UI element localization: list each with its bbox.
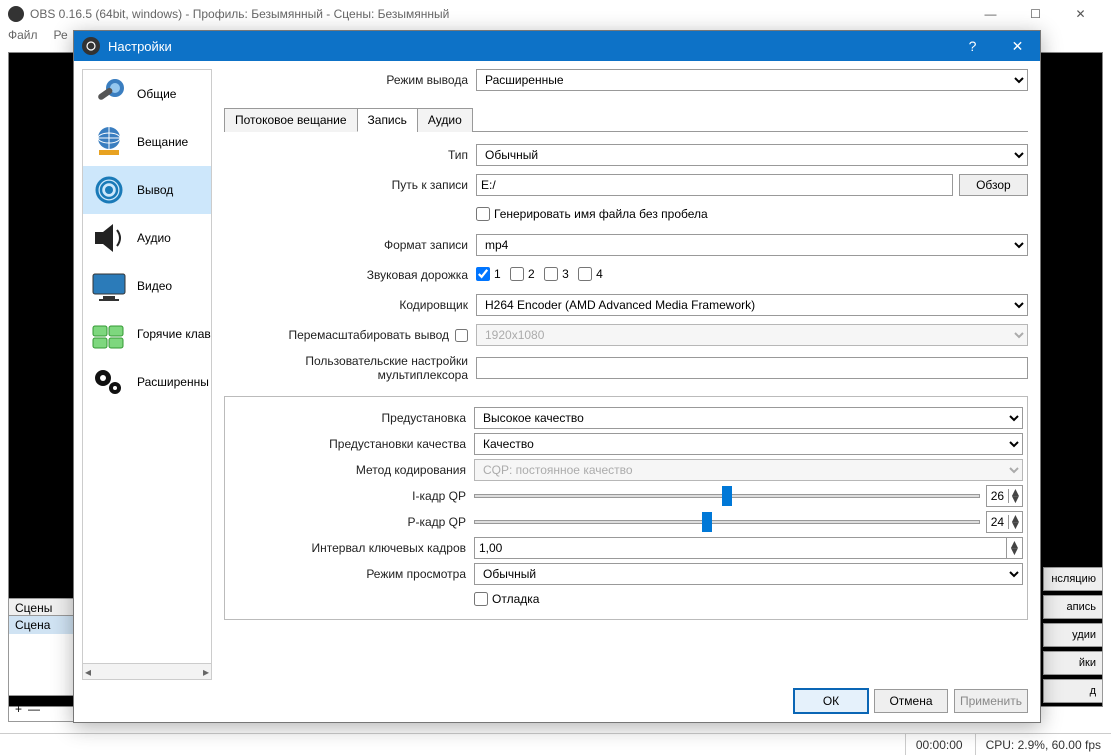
iqp-label: I-кадр QP: [229, 489, 474, 503]
right-btn-3[interactable]: удии: [1043, 623, 1103, 647]
dialog-title: Настройки: [108, 39, 950, 54]
keyint-label: Интервал ключевых кадров: [229, 541, 474, 555]
tab-audio[interactable]: Аудио: [417, 108, 473, 132]
browse-button[interactable]: Обзор: [959, 174, 1028, 196]
encoder-select[interactable]: H264 Encoder (AMD Advanced Media Framewo…: [476, 294, 1028, 316]
track2-checkbox[interactable]: 2: [510, 267, 535, 281]
track4-checkbox[interactable]: 4: [578, 267, 603, 281]
menu-edit[interactable]: Ре: [54, 28, 68, 48]
right-btn-2[interactable]: апись: [1043, 595, 1103, 619]
ok-button[interactable]: ОК: [794, 689, 868, 713]
output-mode-select[interactable]: Расширенные: [476, 69, 1028, 91]
sidebar-label: Горячие клав: [137, 327, 211, 341]
apply-button[interactable]: Применить: [954, 689, 1028, 713]
track1-checkbox[interactable]: 1: [476, 267, 501, 281]
sidebar-label: Общие: [137, 87, 176, 101]
sidebar-item-general[interactable]: Общие: [83, 70, 211, 118]
speaker-icon: [89, 220, 129, 256]
status-cpu: CPU: 2.9%, 60.00 fps: [975, 734, 1101, 755]
keyboard-icon: [89, 316, 129, 352]
dialog-help-button[interactable]: ?: [950, 31, 995, 61]
broadcast-icon: [89, 172, 129, 208]
tracks-label: Звуковая дорожка: [224, 268, 476, 282]
right-btn-4[interactable]: йки: [1043, 651, 1103, 675]
right-btn-5[interactable]: д: [1043, 679, 1103, 703]
dialog-close-button[interactable]: ✕: [995, 31, 1040, 61]
track3-checkbox[interactable]: 3: [544, 267, 569, 281]
preset-label: Предустановка: [229, 411, 474, 425]
globe-icon: [89, 124, 129, 160]
muxer-label: Пользовательские настройки мультиплексор…: [224, 354, 476, 382]
sidebar-label: Расширенны: [137, 375, 209, 389]
iqp-slider[interactable]: [474, 494, 980, 498]
coding-label: Метод кодирования: [229, 463, 474, 477]
menu-file[interactable]: Файл: [8, 28, 38, 48]
cancel-button[interactable]: Отмена: [874, 689, 948, 713]
remove-scene-button[interactable]: —: [28, 702, 40, 716]
pqp-label: P-кадр QP: [229, 515, 474, 529]
keyint-spinner[interactable]: ▲▼: [1007, 537, 1023, 559]
preset-select[interactable]: Высокое качество: [474, 407, 1023, 429]
format-select[interactable]: mp4: [476, 234, 1028, 256]
wrench-icon: [89, 76, 129, 112]
right-btn-1[interactable]: нсляцию: [1043, 567, 1103, 591]
statusbar: 00:00:00 CPU: 2.9%, 60.00 fps: [0, 733, 1111, 755]
tab-streaming[interactable]: Потоковое вещание: [224, 108, 358, 132]
sidebar-item-advanced[interactable]: Расширенны: [83, 358, 211, 406]
sidebar-item-streaming[interactable]: Вещание: [83, 118, 211, 166]
gears-icon: [89, 364, 129, 400]
no-space-checkbox[interactable]: Генерировать имя файла без пробела: [476, 207, 708, 221]
type-select[interactable]: Обычный: [476, 144, 1028, 166]
maximize-button[interactable]: ☐: [1013, 0, 1058, 28]
viewmode-select[interactable]: Обычный: [474, 563, 1023, 585]
settings-dialog: Настройки ? ✕ Общие Вещание Вывод Аудио: [73, 30, 1041, 723]
dialog-titlebar[interactable]: Настройки ? ✕: [74, 31, 1040, 61]
slider-thumb-icon[interactable]: [722, 486, 732, 506]
coding-select: CQP: постоянное качество: [474, 459, 1023, 481]
muxer-input[interactable]: [476, 357, 1028, 379]
tab-recording[interactable]: Запись: [357, 108, 418, 132]
dialog-icon: [82, 37, 100, 55]
viewmode-label: Режим просмотра: [229, 567, 474, 581]
status-time: 00:00:00: [905, 734, 963, 755]
type-label: Тип: [224, 148, 476, 162]
sidebar-label: Видео: [137, 279, 172, 293]
path-input[interactable]: [476, 174, 953, 196]
monitor-icon: [89, 268, 129, 304]
add-scene-button[interactable]: +: [15, 702, 22, 716]
sidebar-item-video[interactable]: Видео: [83, 262, 211, 310]
minimize-button[interactable]: —: [968, 0, 1013, 28]
format-label: Формат записи: [224, 238, 476, 252]
sidebar-item-output[interactable]: Вывод: [83, 166, 211, 214]
debug-checkbox[interactable]: Отладка: [474, 592, 539, 606]
sidebar-label: Вывод: [137, 183, 173, 197]
encoder-label: Кодировщик: [224, 298, 476, 312]
sidebar-item-audio[interactable]: Аудио: [83, 214, 211, 262]
keyint-input[interactable]: [474, 537, 1007, 559]
rescale-select: 1920x1080: [476, 324, 1028, 346]
output-mode-label: Режим вывода: [224, 73, 476, 87]
slider-thumb-icon[interactable]: [702, 512, 712, 532]
app-icon: [8, 6, 24, 22]
output-tabs: Потоковое вещание Запись Аудио: [224, 107, 1028, 132]
sidebar-item-hotkeys[interactable]: Горячие клав: [83, 310, 211, 358]
pqp-slider[interactable]: [474, 520, 980, 524]
rescale-label: Перемасштабировать вывод: [288, 328, 449, 342]
pqp-spinner[interactable]: 24▲▼: [986, 511, 1023, 533]
quality-preset-label: Предустановки качества: [229, 437, 474, 451]
sidebar-label: Аудио: [137, 231, 171, 245]
main-titlebar: OBS 0.16.5 (64bit, windows) - Профиль: Б…: [0, 0, 1111, 28]
path-label: Путь к записи: [224, 178, 476, 192]
window-title: OBS 0.16.5 (64bit, windows) - Профиль: Б…: [30, 7, 968, 21]
settings-sidebar: Общие Вещание Вывод Аудио Видео Горячие …: [82, 69, 212, 680]
close-button[interactable]: ✕: [1058, 0, 1103, 28]
rescale-checkbox[interactable]: [455, 329, 468, 342]
sidebar-label: Вещание: [137, 135, 188, 149]
iqp-spinner[interactable]: 26▲▼: [986, 485, 1023, 507]
quality-preset-select[interactable]: Качество: [474, 433, 1023, 455]
sidebar-scroll[interactable]: ◂▸: [83, 663, 211, 679]
